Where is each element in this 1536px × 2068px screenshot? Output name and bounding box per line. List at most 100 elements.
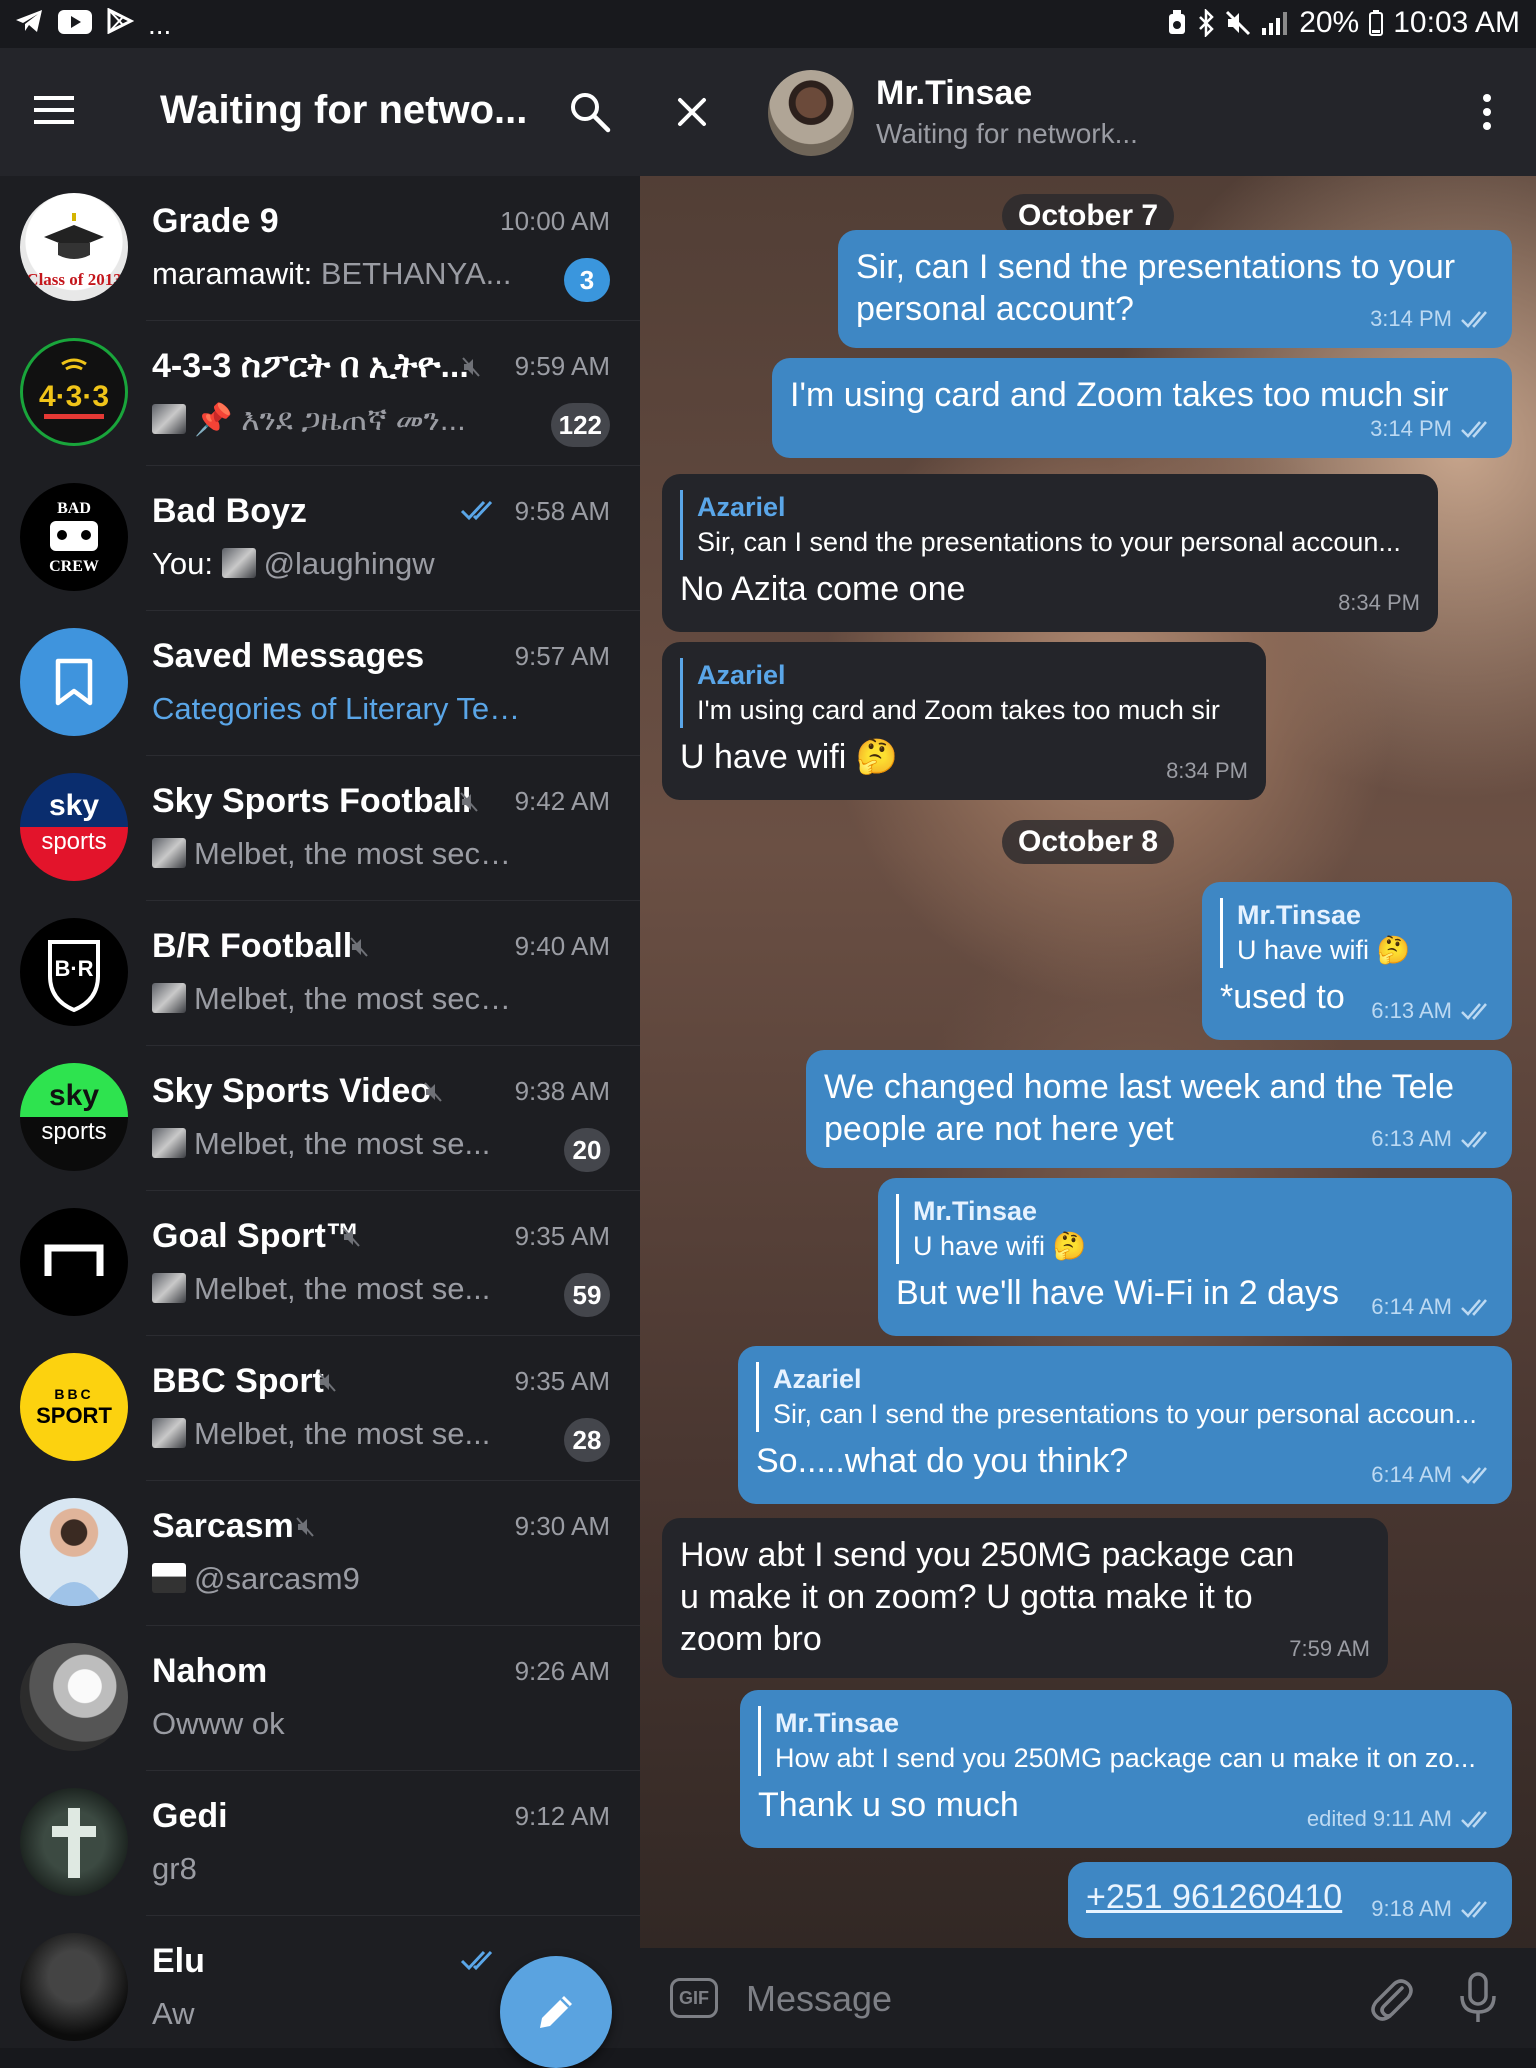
contact-avatar[interactable]: [768, 70, 854, 156]
paperclip-icon[interactable]: [1368, 1974, 1414, 2029]
chat-preview: Melbet, the most secure...: [152, 981, 522, 1017]
chat-item-grade-9[interactable]: Class of 2013 Grade 9 10:00 AM maramawit…: [0, 176, 640, 321]
message-text: How abt I send you 250MG package can u m…: [680, 1536, 1295, 1658]
message-outgoing[interactable]: Mr.Tinsae How abt I send you 250MG packa…: [740, 1690, 1512, 1848]
chat-preview-text: BETHANYA...: [320, 256, 512, 291]
reply-quote[interactable]: Mr.Tinsae How abt I send you 250MG packa…: [758, 1706, 1494, 1776]
search-icon[interactable]: [568, 90, 612, 139]
reply-quote[interactable]: Azariel I'm using card and Zoom takes to…: [680, 658, 1248, 728]
close-icon[interactable]: [676, 96, 708, 133]
reply-author: Azariel: [697, 660, 786, 690]
status-bar: ... 20% 10:03 AM: [0, 0, 1536, 48]
pencil-icon: [540, 1996, 572, 2028]
message-time: 3:14 PM: [1370, 306, 1452, 331]
reply-text: U have wifi 🤔: [913, 1231, 1087, 1261]
message-incoming[interactable]: Azariel I'm using card and Zoom takes to…: [662, 642, 1266, 800]
contact-status: Waiting for network...: [876, 118, 1138, 149]
chat-preview: maramawit: BETHANYA...: [152, 256, 511, 292]
avatar: [20, 1208, 128, 1316]
reply-quote[interactable]: Mr.Tinsae U have wifi 🤔: [896, 1194, 1494, 1264]
gif-icon[interactable]: GIF: [670, 1978, 718, 2018]
chat-item-nahom[interactable]: Nahom 9:26 AM Owww ok: [0, 1626, 640, 1771]
reply-author: Mr.Tinsae: [913, 1196, 1038, 1226]
contact-name[interactable]: Mr.Tinsae: [876, 74, 1032, 113]
message-incoming[interactable]: How abt I send you 250MG package can u m…: [662, 1518, 1388, 1678]
reply-quote[interactable]: Azariel Sir, can I send the presentation…: [756, 1362, 1494, 1432]
chat-sender: You:: [152, 546, 213, 581]
media-thumbnail: [152, 1418, 186, 1448]
message-time: 9:18 AM: [1371, 1896, 1452, 1921]
message-outgoing[interactable]: I'm using card and Zoom takes too much s…: [772, 358, 1512, 458]
chat-item-sky-sports-video[interactable]: sky sports Sky Sports Video 9:38 AM Melbe…: [0, 1046, 640, 1191]
avatar-br-text: B·R: [54, 956, 93, 981]
message-outgoing[interactable]: Sir, can I send the presentations to you…: [838, 230, 1512, 348]
message-outgoing[interactable]: +251 961260410 9:18 AM: [1068, 1862, 1512, 1938]
avatar: [20, 1643, 128, 1751]
avatar-sky1-bottom: sports: [41, 828, 106, 855]
chat-item-br-football[interactable]: B·R B/R Football 9:40 AM Melbet, the mos…: [0, 901, 640, 1046]
reply-quote[interactable]: Mr.Tinsae U have wifi 🤔: [1220, 898, 1494, 968]
chat-preview: Melbet, the most se...: [152, 1271, 490, 1307]
message-outgoing[interactable]: Azariel Sir, can I send the presentation…: [738, 1346, 1512, 1504]
chat-item-sky-sports-football[interactable]: sky sports Sky Sports Football 9:42 AM Me…: [0, 756, 640, 901]
chat-name: Grade 9: [152, 202, 279, 240]
reply-text: Sir, can I send the presentations to you…: [697, 527, 1401, 557]
chat-preview-text: @laughingw: [263, 546, 435, 581]
chat-time: 9:30 AM: [514, 1511, 610, 1541]
message-text: No Azita come one: [680, 570, 966, 608]
more-vertical-icon[interactable]: [1480, 92, 1494, 137]
chat-name: Bad Boyz: [152, 492, 307, 530]
message-input[interactable]: [744, 1972, 1308, 2026]
chat-item-sarcasm[interactable]: Sarcasm 9:30 AM @sarcasm9: [0, 1481, 640, 1626]
reply-author: Mr.Tinsae: [1237, 900, 1362, 930]
chat-preview-text: Melbet, the most se...: [194, 1126, 491, 1161]
chat-preview: Melbet, the most secure...: [152, 836, 522, 872]
chat-name: Sky Sports Football: [152, 782, 472, 820]
chat-preview: Melbet, the most se...: [152, 1126, 490, 1162]
chat-item-goal-sport[interactable]: Goal Sport™ 9:35 AM Melbet, the most se.…: [0, 1191, 640, 1336]
message-incoming[interactable]: Azariel Sir, can I send the presentation…: [662, 474, 1438, 632]
new-message-button[interactable]: [500, 1956, 612, 2068]
read-double-check-icon: [460, 1948, 500, 1977]
read-double-check-icon: [460, 498, 500, 527]
chat-item-bad-boyz[interactable]: BAD CREW Bad Boyz 9:58 AM You: @laughingw: [0, 466, 640, 611]
chat-item-bbc-sport[interactable]: BBC SPORT BBC Sport 9:35 AM Melbet, the m…: [0, 1336, 640, 1481]
message-outgoing[interactable]: Mr.Tinsae U have wifi 🤔 But we'll have W…: [878, 1178, 1512, 1336]
message-outgoing[interactable]: Mr.Tinsae U have wifi 🤔 *used to 6:13 AM: [1202, 882, 1512, 1040]
cross-icon: [52, 1808, 96, 1878]
chat-preview: 📌 እንደ ጋዜጠኛ መን...: [152, 401, 466, 439]
message-outgoing[interactable]: We changed home last week and the Tele p…: [806, 1050, 1512, 1168]
chat-list-panel: Waiting for netwo... Class of 2013 Grade…: [0, 48, 640, 2068]
reply-quote[interactable]: Azariel Sir, can I send the presentation…: [680, 490, 1420, 560]
reply-text: U have wifi 🤔: [1237, 935, 1411, 965]
avatar: [20, 1933, 128, 2041]
unread-badge: 122: [550, 403, 610, 447]
alarm-icon: [1167, 10, 1187, 36]
chat-name: Gedi: [152, 1797, 228, 1835]
muted-icon: [460, 792, 478, 817]
chat-time: 9:58 AM: [514, 496, 610, 526]
message-time: edited 9:11 AM: [1306, 1806, 1452, 1831]
microphone-icon[interactable]: [1458, 1972, 1498, 2029]
conversation-panel: Mr.Tinsae Waiting for network... October…: [640, 48, 1536, 2048]
hamburger-menu-icon[interactable]: [34, 94, 74, 126]
avatar: sky sports: [20, 773, 128, 881]
chat-preview: gr8: [152, 1851, 197, 1886]
muted-icon: [462, 357, 480, 382]
avatar-bbc-bottom: SPORT: [36, 1403, 112, 1428]
clock: 10:03 AM: [1393, 6, 1520, 39]
avatar: BAD CREW: [20, 483, 128, 591]
chat-item-gedi[interactable]: Gedi 9:12 AM gr8: [0, 1771, 640, 1916]
chat-sender: maramawit:: [152, 256, 313, 291]
read-double-check-icon: [1461, 311, 1487, 328]
avatar-sky2-bottom: sports: [41, 1118, 106, 1145]
more-notifications-indicator: ...: [148, 8, 172, 40]
chat-item-saved-messages[interactable]: Saved Messages 9:57 AM Categories of Lit…: [0, 611, 640, 756]
date-separator: October 8: [1002, 820, 1175, 864]
chat-preview: Categories of Literary Terms...: [152, 691, 522, 726]
mute-icon: [1225, 10, 1251, 36]
chat-preview-text: Melbet, the most se...: [194, 1271, 491, 1306]
avatar: [20, 1498, 128, 1606]
chat-preview: You: @laughingw: [152, 546, 435, 582]
chat-item-433-sport[interactable]: 4·3·3 4-3-3 ስፖርት በ ኢትዮ... 9:59 AM 📌 እንደ …: [0, 321, 640, 466]
